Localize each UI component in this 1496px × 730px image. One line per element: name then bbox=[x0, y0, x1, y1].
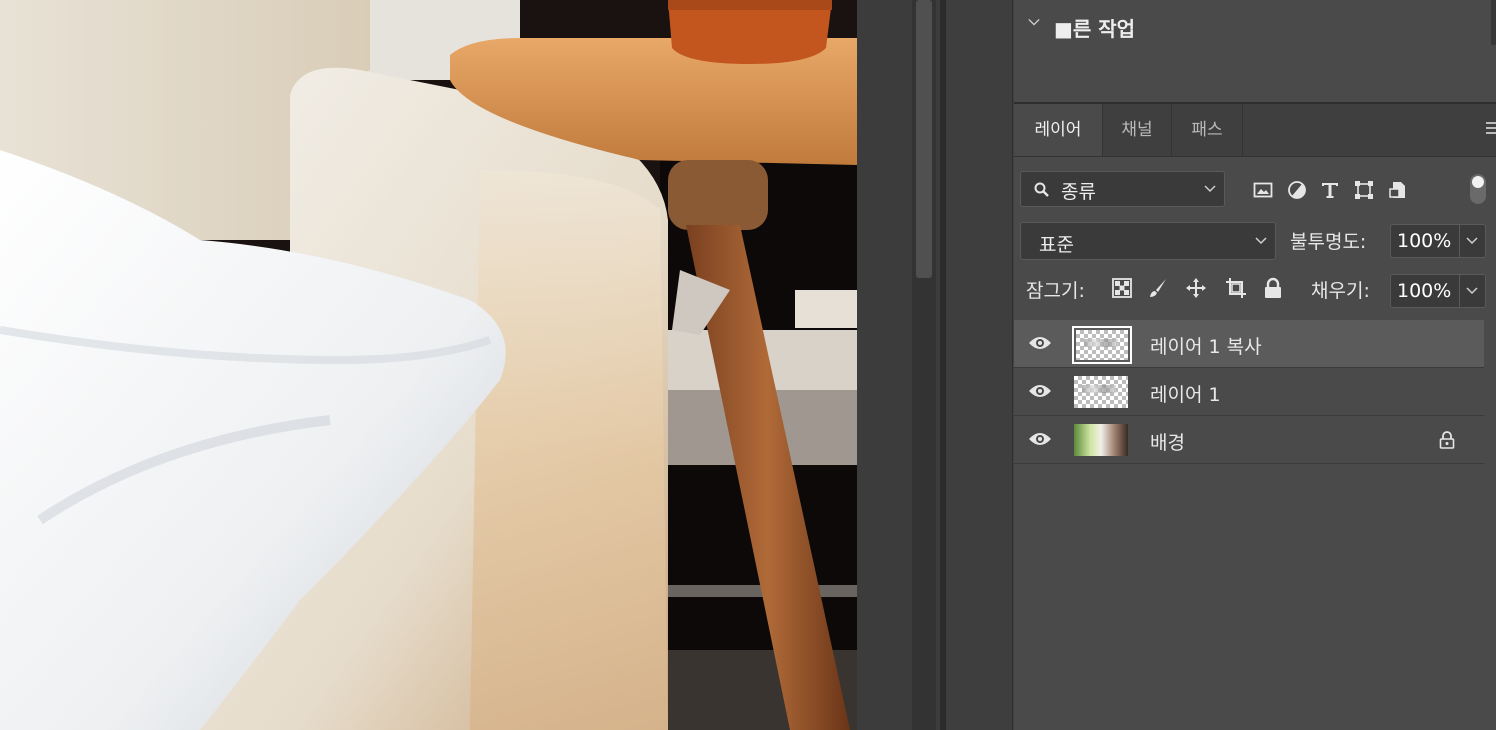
panel-tabs: 레이어 채널 패스 bbox=[1014, 104, 1496, 157]
opacity-field[interactable]: 100% bbox=[1390, 224, 1486, 258]
chevron-down-icon[interactable] bbox=[1466, 237, 1478, 245]
tab-channels[interactable]: 채널 bbox=[1103, 104, 1171, 156]
image-filter-icon[interactable] bbox=[1253, 180, 1273, 200]
fill-value[interactable]: 100% bbox=[1397, 280, 1451, 302]
blend-mode-select[interactable]: 표준 bbox=[1020, 222, 1276, 260]
lock-transparent-icon[interactable] bbox=[1111, 277, 1133, 299]
shape-filter-icon[interactable] bbox=[1354, 180, 1374, 200]
layer-name[interactable]: 레이어 1 bbox=[1150, 380, 1221, 407]
toggle-knob bbox=[1472, 176, 1484, 188]
collapse-chevron-icon[interactable] bbox=[1028, 16, 1040, 28]
document-canvas[interactable] bbox=[0, 0, 857, 730]
blend-mode-value: 표준 bbox=[1039, 234, 1074, 256]
layer-name[interactable]: 배경 bbox=[1150, 428, 1185, 455]
lock-all-icon[interactable] bbox=[1262, 277, 1284, 299]
lock-position-icon[interactable] bbox=[1185, 277, 1207, 299]
adjustment-filter-icon[interactable] bbox=[1287, 180, 1307, 200]
layer-filter-select[interactable]: 종류 bbox=[1020, 171, 1225, 207]
opacity-label: 불투명도: bbox=[1290, 231, 1367, 253]
right-panel-dock: ■른 작업 레이어 채널 패스 종류 표준 불투명도: 100% 잠그기: 채우… bbox=[946, 0, 1496, 730]
scrollbar-thumb[interactable] bbox=[916, 0, 932, 278]
quick-actions-panel: ■른 작업 bbox=[1014, 0, 1496, 104]
filter-toggle[interactable] bbox=[1470, 174, 1486, 204]
layer-row[interactable]: 레이어 1 복사 bbox=[1014, 320, 1484, 368]
lock-image-icon[interactable] bbox=[1147, 277, 1169, 299]
smart-object-filter-icon[interactable] bbox=[1388, 180, 1408, 200]
tab-paths[interactable]: 패스 bbox=[1172, 104, 1242, 156]
layer-row[interactable]: 레이어 1 bbox=[1014, 368, 1484, 416]
layer-thumbnail[interactable] bbox=[1072, 326, 1132, 364]
layer-thumbnail[interactable] bbox=[1074, 424, 1128, 456]
chevron-down-icon bbox=[1255, 237, 1267, 245]
tab-divider bbox=[1242, 104, 1243, 156]
quick-actions-title: ■른 작업 bbox=[1054, 17, 1136, 41]
layers-panel: 레이어 채널 패스 종류 표준 불투명도: 100% 잠그기: 채우기: 100… bbox=[1014, 104, 1496, 730]
canvas-photo bbox=[0, 0, 857, 730]
layer-thumbnail[interactable] bbox=[1074, 376, 1128, 408]
vertical-scrollbar[interactable] bbox=[912, 0, 936, 730]
panel-icon-strip bbox=[946, 0, 1013, 730]
type-filter-icon[interactable] bbox=[1320, 180, 1340, 200]
visibility-eye-icon[interactable] bbox=[1028, 335, 1052, 351]
visibility-eye-icon[interactable] bbox=[1028, 431, 1052, 447]
chevron-down-icon[interactable] bbox=[1466, 287, 1478, 295]
tab-layers[interactable]: 레이어 bbox=[1014, 104, 1102, 156]
panel-menu-icon[interactable] bbox=[1486, 122, 1496, 136]
layer-row[interactable]: 배경 bbox=[1014, 416, 1484, 464]
chevron-down-icon bbox=[1204, 185, 1216, 193]
layer-lock-icon[interactable] bbox=[1439, 431, 1455, 449]
layer-name[interactable]: 레이어 1 복사 bbox=[1150, 332, 1262, 359]
filter-value: 종류 bbox=[1061, 181, 1096, 203]
panel-grip[interactable] bbox=[1491, 0, 1496, 45]
search-icon bbox=[1034, 182, 1049, 197]
visibility-eye-icon[interactable] bbox=[1028, 383, 1052, 399]
fill-label: 채우기: bbox=[1311, 280, 1370, 302]
lock-artboard-icon[interactable] bbox=[1225, 277, 1247, 299]
lock-label: 잠그기: bbox=[1026, 280, 1085, 302]
opacity-value[interactable]: 100% bbox=[1397, 230, 1451, 252]
fill-field[interactable]: 100% bbox=[1390, 274, 1486, 308]
